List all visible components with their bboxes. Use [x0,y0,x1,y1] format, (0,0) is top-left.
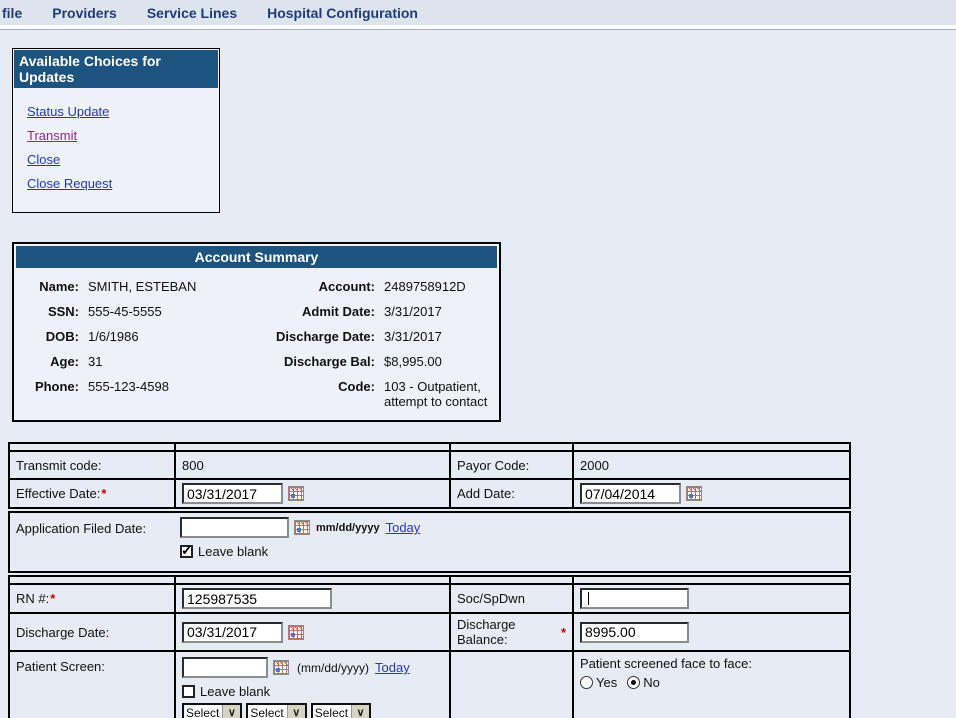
add-date-label: Add Date: [449,480,572,507]
link-transmit[interactable]: Transmit [27,128,219,143]
discharge-date-field-label: Discharge Date: [10,614,174,650]
chevron-down-icon[interactable]: ∨ [351,705,369,718]
application-filed-date-input[interactable] [180,517,289,538]
calendar-icon[interactable] [294,520,310,535]
leave-blank-checkbox[interactable] [182,685,195,698]
age-label: Age: [22,349,79,374]
table-row: Transmit code: 800 Payor Code: 2000 [10,450,849,478]
empty-cell [449,652,572,718]
add-date-input[interactable] [580,483,681,504]
text-caret [588,592,589,605]
calendar-icon[interactable] [288,486,304,501]
account-summary-panel: Account Summary Name: SMITH, ESTEBAN Acc… [12,242,501,422]
select-value: Select [248,705,286,718]
code-value: 103 - Outpatient, attempt to contact [375,374,493,414]
leave-blank-checkbox[interactable] [180,545,193,558]
calendar-icon[interactable] [273,660,289,675]
today-link[interactable]: Today [386,520,421,535]
nav-item-providers[interactable]: Providers [52,5,117,21]
required-asterisk: * [50,591,55,606]
calendar-icon[interactable] [288,625,304,640]
ssn-label: SSN: [22,299,79,324]
discharge-balance-input[interactable] [580,622,689,643]
spacer-row [10,577,849,583]
nav-item-service-lines[interactable]: Service Lines [147,5,237,21]
code-label: Code: [257,374,375,414]
discharge-date-input[interactable] [182,622,283,643]
discharge-date-label: Discharge Date: [257,324,375,349]
account-label: Account: [257,274,375,299]
leave-blank-label: Leave blank [198,544,268,559]
face-to-face-no-label: No [643,675,660,690]
discharge-date-value: 3/31/2017 [375,324,493,349]
patient-screen-label: Patient Screen: [10,652,174,718]
face-to-face-radio-no[interactable] [627,676,640,689]
nav-separator [0,25,956,30]
effective-date-input[interactable] [182,483,283,504]
table-row: Application Filed Date: mm/dd/yyyy Today… [10,513,849,571]
available-choices-title: Available Choices for Updates [14,50,218,88]
required-asterisk: * [561,625,566,640]
transmit-code-label: Transmit code: [10,452,174,478]
leave-blank-label: Leave blank [200,684,270,699]
link-status-update[interactable]: Status Update [27,104,219,119]
effective-date-label: Effective Date: [16,486,100,501]
name-label: Name: [22,274,79,299]
name-value: SMITH, ESTEBAN [79,274,257,299]
face-to-face-radio-yes[interactable] [580,676,593,689]
patient-screen-select-1[interactable]: Select ∨ [182,703,242,718]
nav-item-file[interactable]: file [2,5,22,21]
account-value: 2489758912D [375,274,493,299]
soc-spdwn-label: Soc/SpDwn [449,585,572,612]
form-table-codes-dates: Transmit code: 800 Payor Code: 2000 Effe… [8,442,851,509]
calendar-icon[interactable] [686,486,702,501]
admit-date-label: Admit Date: [257,299,375,324]
age-value: 31 [79,349,257,374]
discharge-balance-label: Discharge Balance: [457,617,560,647]
available-choices-list: Status Update Transmit Close Close Reque… [13,89,219,212]
date-format-hint: (mm/dd/yyyy) [297,661,369,675]
chevron-down-icon[interactable]: ∨ [287,705,305,718]
form-table-application-filed: Application Filed Date: mm/dd/yyyy Today… [8,511,851,573]
table-row: Discharge Date: Discharge Balance:* [10,612,849,650]
payor-code-label: Payor Code: [449,452,572,478]
link-close-request[interactable]: Close Request [27,176,219,191]
account-summary-grid: Name: SMITH, ESTEBAN Account: 2489758912… [16,268,497,414]
discharge-bal-value: $8,995.00 [375,349,493,374]
dob-value: 1/6/1986 [79,324,257,349]
form-table-patient-details: RN #:* Soc/SpDwn Discharge Date: Dischar… [8,575,851,718]
date-format-hint: mm/dd/yyyy [316,522,380,534]
dob-label: DOB: [22,324,79,349]
table-row: RN #:* Soc/SpDwn [10,583,849,612]
link-close[interactable]: Close [27,152,219,167]
ssn-value: 555-45-5555 [79,299,257,324]
select-value: Select [184,705,222,718]
phone-label: Phone: [22,374,79,414]
patient-screen-date-input[interactable] [182,657,268,678]
face-to-face-label: Patient screened face to face: [580,656,843,671]
admit-date-value: 3/31/2017 [375,299,493,324]
transmit-code-value: 800 [174,452,449,478]
patient-screen-select-2[interactable]: Select ∨ [246,703,306,718]
today-link[interactable]: Today [375,660,410,675]
available-choices-panel: Available Choices for Updates Status Upd… [12,48,220,213]
rn-number-label: RN #: [16,591,49,606]
spacer-row [10,444,849,450]
payor-code-value: 2000 [572,452,849,478]
patient-screen-select-3[interactable]: Select ∨ [311,703,371,718]
rn-number-input[interactable] [182,588,332,609]
table-row: Effective Date:* Add Date: [10,478,849,507]
discharge-bal-label: Discharge Bal: [257,349,375,374]
select-value: Select [313,705,351,718]
required-asterisk: * [101,486,106,501]
nav-item-hospital-configuration[interactable]: Hospital Configuration [267,5,418,21]
face-to-face-yes-label: Yes [596,675,617,690]
soc-spdwn-input[interactable] [580,588,689,609]
application-filed-date-label: Application Filed Date: [10,513,174,571]
table-row: Patient Screen: (mm/dd/yyyy) Today Leave… [10,650,849,718]
phone-value: 555-123-4598 [79,374,257,414]
chevron-down-icon[interactable]: ∨ [222,705,240,718]
account-summary-title: Account Summary [16,246,497,268]
top-nav: file Providers Service Lines Hospital Co… [0,0,956,25]
